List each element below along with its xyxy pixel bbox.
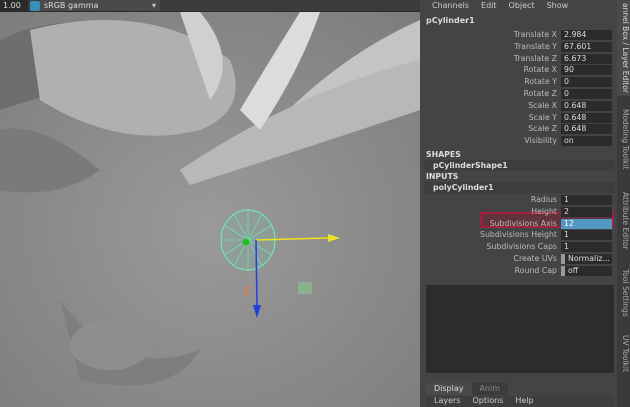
tab-modeling-toolkit[interactable]: Modeling Toolkit xyxy=(617,100,630,178)
channel-row[interactable]: Subdivisions Caps 1 xyxy=(420,241,617,253)
channel-label[interactable]: Radius xyxy=(531,195,557,204)
color-space-dropdown[interactable]: sRGB gamma ▾ xyxy=(40,0,160,11)
channel-label[interactable]: Visibility xyxy=(524,136,557,145)
channel-row-selected[interactable]: Subdivisions Axis 12 xyxy=(420,218,617,230)
channel-label[interactable]: Scale Z xyxy=(528,124,557,133)
channel-label[interactable]: Rotate X xyxy=(524,65,557,74)
channel-row[interactable]: Subdivisions Height 1 xyxy=(420,229,617,241)
tab-tool-settings[interactable]: Tool Settings xyxy=(617,262,630,324)
channel-row[interactable]: Translate X 2.984 xyxy=(420,29,617,41)
tab-uv-toolkit[interactable]: UV Toolkit xyxy=(617,328,630,378)
channel-row[interactable]: Round Cap off xyxy=(420,265,617,277)
color-management-icon[interactable] xyxy=(30,0,40,11)
viewport-toolbar: 1.00 sRGB gamma ▾ xyxy=(0,0,420,12)
channel-label[interactable]: Translate Z xyxy=(514,54,557,63)
channel-value[interactable]: off xyxy=(561,265,612,276)
channel-value[interactable]: 2.984 xyxy=(561,30,612,40)
side-tabs: annel Box / Layer Editor Modeling Toolki… xyxy=(617,0,630,407)
channel-value[interactable]: 0.648 xyxy=(561,100,612,111)
channel-value[interactable]: 1 xyxy=(561,194,612,205)
menu-help[interactable]: Help xyxy=(515,396,533,407)
channel-label[interactable]: Round Cap xyxy=(515,266,557,275)
channel-value[interactable]: 12 xyxy=(561,218,612,229)
input-node[interactable]: polyCylinder1 xyxy=(424,181,615,193)
channel-box-menubar: Channels Edit Object Show xyxy=(420,0,617,12)
object-name[interactable]: pCylinder1 xyxy=(420,12,617,29)
exposure-field[interactable]: 1.00 xyxy=(0,0,28,11)
chevron-down-icon: ▾ xyxy=(151,1,156,10)
viewport[interactable]: 1.00 sRGB gamma ▾ xyxy=(0,0,420,407)
channel-value[interactable]: 1 xyxy=(561,242,612,253)
channel-label[interactable]: Translate X xyxy=(514,30,557,39)
channel-value[interactable]: 0 xyxy=(561,77,612,88)
channel-value[interactable]: 67.601 xyxy=(561,41,612,52)
channel-row[interactable]: Scale Z 0.648 xyxy=(420,123,617,135)
tab-channel-box-layer-editor[interactable]: annel Box / Layer Editor xyxy=(617,0,630,96)
channel-value[interactable]: 1 xyxy=(561,230,612,241)
channel-value[interactable]: on xyxy=(561,136,612,147)
tab-anim[interactable]: Anim xyxy=(471,383,509,395)
channel-label[interactable]: Rotate Z xyxy=(524,89,557,98)
channel-row[interactable]: Translate Z 6.673 xyxy=(420,53,617,65)
menu-show[interactable]: Show xyxy=(547,1,569,12)
channel-label[interactable]: Subdivisions Caps xyxy=(487,242,557,251)
channel-row[interactable]: Rotate X 90 xyxy=(420,64,617,76)
channel-row[interactable]: Scale Y 0.648 xyxy=(420,112,617,124)
channel-label[interactable]: Rotate Y xyxy=(524,77,557,86)
layer-editor-tabs: Display Anim xyxy=(426,383,509,395)
shapes-header: SHAPES xyxy=(426,149,461,159)
channel-label[interactable]: Scale Y xyxy=(529,113,557,122)
channel-label[interactable]: Subdivisions Height xyxy=(480,230,557,239)
tab-attribute-editor[interactable]: Attribute Editor xyxy=(617,184,630,258)
channel-value[interactable]: 6.673 xyxy=(561,53,612,64)
menu-channels[interactable]: Channels xyxy=(432,1,469,12)
layer-list[interactable] xyxy=(426,285,614,373)
shape-node[interactable]: pCylinderShape1 xyxy=(424,159,615,171)
channel-label[interactable]: Translate Y xyxy=(514,42,557,51)
channel-row[interactable]: Visibility on xyxy=(420,135,617,147)
channel-value[interactable]: 90 xyxy=(561,65,612,76)
channel-row[interactable]: Rotate Y 0 xyxy=(420,76,617,88)
channel-label[interactable]: Scale X xyxy=(528,101,557,110)
channel-row[interactable]: Rotate Z 0 xyxy=(420,88,617,100)
channel-row[interactable]: Radius 1 xyxy=(420,194,617,206)
menu-edit[interactable]: Edit xyxy=(481,1,497,12)
channel-label[interactable]: Create UVs xyxy=(514,254,558,263)
tab-display[interactable]: Display xyxy=(426,383,472,395)
channel-row[interactable]: Create UVs Normaliz... xyxy=(420,253,617,265)
menu-options[interactable]: Options xyxy=(472,396,503,407)
channel-value[interactable]: 0.648 xyxy=(561,124,612,135)
channel-value[interactable]: Normaliz... xyxy=(561,253,612,264)
channel-value[interactable]: 2 xyxy=(561,206,612,217)
channel-row[interactable]: Scale X 0.648 xyxy=(420,100,617,112)
menu-layers[interactable]: Layers xyxy=(434,396,460,407)
channel-value[interactable]: 0.648 xyxy=(561,112,612,123)
inputs-header: INPUTS xyxy=(426,171,459,181)
color-space-label: sRGB gamma xyxy=(44,1,99,10)
channel-row[interactable]: Translate Y 67.601 xyxy=(420,41,617,53)
layer-editor-menu: Layers Options Help xyxy=(426,396,614,407)
channel-label[interactable]: Height xyxy=(531,207,557,216)
channel-row[interactable]: Height 2 xyxy=(420,206,617,218)
menu-object[interactable]: Object xyxy=(509,1,535,12)
move-manipulator[interactable] xyxy=(0,0,420,407)
channel-box: Channels Edit Object Show pCylinder1 Tra… xyxy=(420,0,617,407)
channel-value[interactable]: 0 xyxy=(561,88,612,99)
channel-label[interactable]: Subdivisions Axis xyxy=(490,219,557,228)
